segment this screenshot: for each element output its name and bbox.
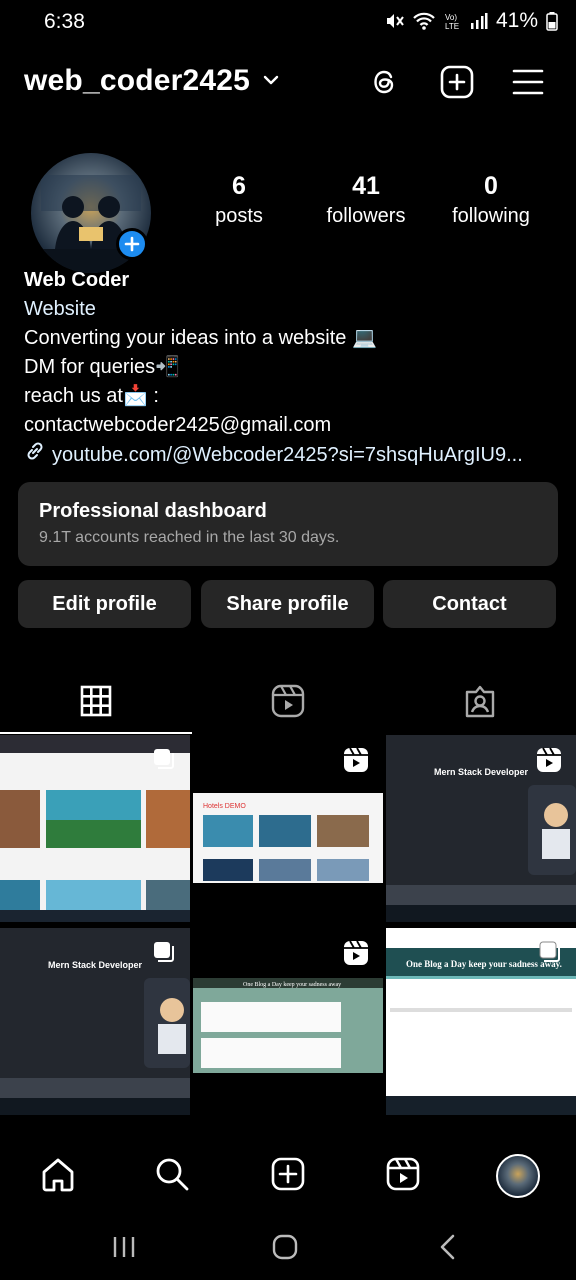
- search-icon: [154, 1156, 190, 1197]
- bio-line: contactwebcoder2425@gmail.com: [24, 414, 332, 436]
- stat-label: following: [452, 205, 530, 227]
- grid-post[interactable]: Mern Stack Developer: [0, 928, 190, 1115]
- threads-icon[interactable]: [367, 64, 403, 100]
- reels-icon: [385, 1156, 421, 1197]
- carousel-icon: [152, 747, 176, 776]
- home-icon: [40, 1156, 76, 1197]
- status-time: 6:38: [44, 10, 85, 33]
- bio-line: DM for queries📲: [24, 356, 181, 378]
- chevron-down-icon[interactable]: [262, 73, 280, 92]
- tile-heading: Hotels DEMO: [203, 803, 246, 810]
- link-icon: [24, 440, 46, 471]
- carousel-icon: [152, 940, 176, 969]
- stat-value: 6: [232, 172, 246, 200]
- recent-apps-button[interactable]: [104, 1232, 144, 1262]
- tile-heading: Mern Stack Developer: [434, 767, 529, 777]
- create-icon[interactable]: [439, 64, 475, 100]
- nav-profile[interactable]: [492, 1150, 544, 1202]
- grid-post[interactable]: One Blog a Day keep your sadness away: [193, 928, 383, 1115]
- bio-line: reach us at📩 :: [24, 385, 159, 407]
- username[interactable]: web_coder2425: [24, 64, 250, 98]
- stat-label: posts: [215, 205, 263, 227]
- signal-icon: [470, 11, 488, 31]
- tagged-icon: [463, 684, 497, 723]
- svg-text:LTE: LTE: [445, 22, 459, 31]
- active-tab-indicator: [0, 732, 192, 734]
- tab-posts[interactable]: [0, 672, 192, 734]
- grid-post[interactable]: Mern Stack Developer: [386, 735, 576, 922]
- system-navigation: [0, 1210, 576, 1280]
- create-icon: [270, 1156, 306, 1197]
- wifi-icon: [412, 11, 436, 31]
- grid-post[interactable]: One Blog a Day keep your sadness away.: [386, 928, 576, 1115]
- grid-post[interactable]: Hotels DEMO: [193, 735, 383, 922]
- tab-reels[interactable]: [192, 672, 384, 734]
- profile-header: web_coder2425: [0, 56, 576, 110]
- dashboard-subtitle: 9.1T accounts reached in the last 30 day…: [39, 529, 340, 546]
- nav-create[interactable]: [262, 1150, 314, 1202]
- profile-link[interactable]: youtube.com/@Webcoder2425?si=7shsqHuArgI…: [24, 440, 564, 471]
- tile-heading: Mern Stack Developer: [48, 960, 143, 970]
- stat-followers[interactable]: 41 followers: [306, 172, 426, 228]
- add-story-button[interactable]: [116, 228, 148, 260]
- category-label: Website: [24, 298, 96, 320]
- battery-percent: 41%: [495, 9, 538, 32]
- status-bar: 6:38 Vo) LTE 41%: [0, 0, 576, 44]
- tab-tagged[interactable]: [384, 672, 576, 734]
- status-icons: Vo) LTE 41%: [384, 9, 558, 33]
- display-name: Web Coder: [24, 269, 130, 291]
- reel-icon: [343, 940, 369, 971]
- link-text[interactable]: youtube.com/@Webcoder2425?si=7shsqHuArgI…: [52, 441, 523, 470]
- bottom-navigation: [0, 1140, 576, 1210]
- edit-profile-button[interactable]: Edit profile: [18, 580, 191, 628]
- mute-icon: [384, 11, 404, 31]
- stat-value: 41: [352, 172, 380, 200]
- grid-icon: [80, 685, 112, 722]
- menu-icon[interactable]: [510, 64, 546, 100]
- reel-icon: [536, 747, 562, 778]
- carousel-icon: [538, 940, 562, 969]
- stat-value: 0: [484, 172, 498, 200]
- stat-following[interactable]: 0 following: [431, 172, 551, 228]
- bio-line: Converting your ideas into a website 💻: [24, 327, 377, 349]
- profile-avatar: [496, 1154, 540, 1198]
- reels-icon: [271, 684, 305, 723]
- professional-dashboard[interactable]: Professional dashboard 9.1T accounts rea…: [18, 482, 558, 566]
- stat-posts[interactable]: 6 posts: [179, 172, 299, 228]
- battery-icon: [546, 11, 558, 31]
- profile-bio: Web Coder Website Converting your ideas …: [24, 266, 564, 471]
- grid-post[interactable]: [0, 735, 190, 922]
- volte-icon: Vo) LTE: [444, 11, 462, 31]
- home-button[interactable]: [265, 1232, 305, 1262]
- svg-text:Vo): Vo): [445, 13, 457, 22]
- content-tabs: [0, 672, 576, 734]
- share-profile-button[interactable]: Share profile: [201, 580, 374, 628]
- nav-reels[interactable]: [377, 1150, 429, 1202]
- nav-home[interactable]: [32, 1150, 84, 1202]
- contact-button[interactable]: Contact: [383, 580, 556, 628]
- tile-heading: One Blog a Day keep your sadness away: [243, 982, 341, 988]
- nav-search[interactable]: [146, 1150, 198, 1202]
- back-button[interactable]: [428, 1232, 468, 1262]
- reel-icon: [343, 747, 369, 778]
- dashboard-title: Professional dashboard: [39, 500, 267, 522]
- stat-label: followers: [326, 205, 406, 227]
